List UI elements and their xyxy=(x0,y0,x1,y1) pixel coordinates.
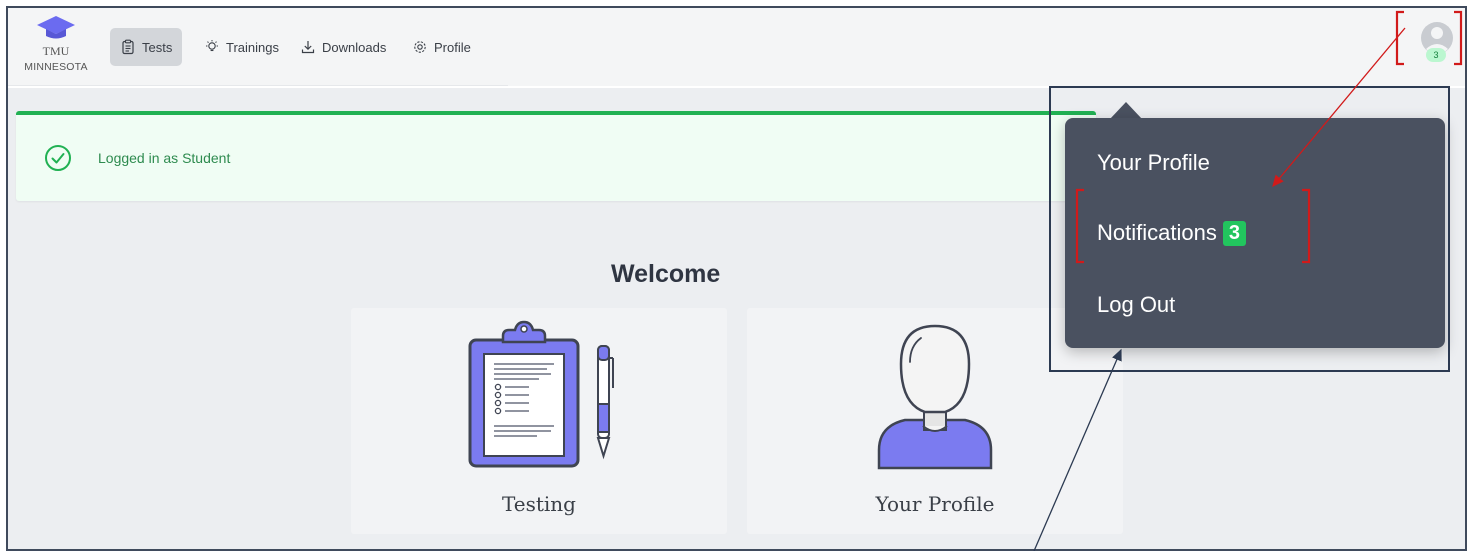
callout-arrow xyxy=(1033,348,1122,551)
red-annotation-arrow xyxy=(1272,27,1406,187)
notifications-highlight-bracket xyxy=(1075,188,1311,264)
avatar-highlight-bracket xyxy=(1395,10,1463,66)
